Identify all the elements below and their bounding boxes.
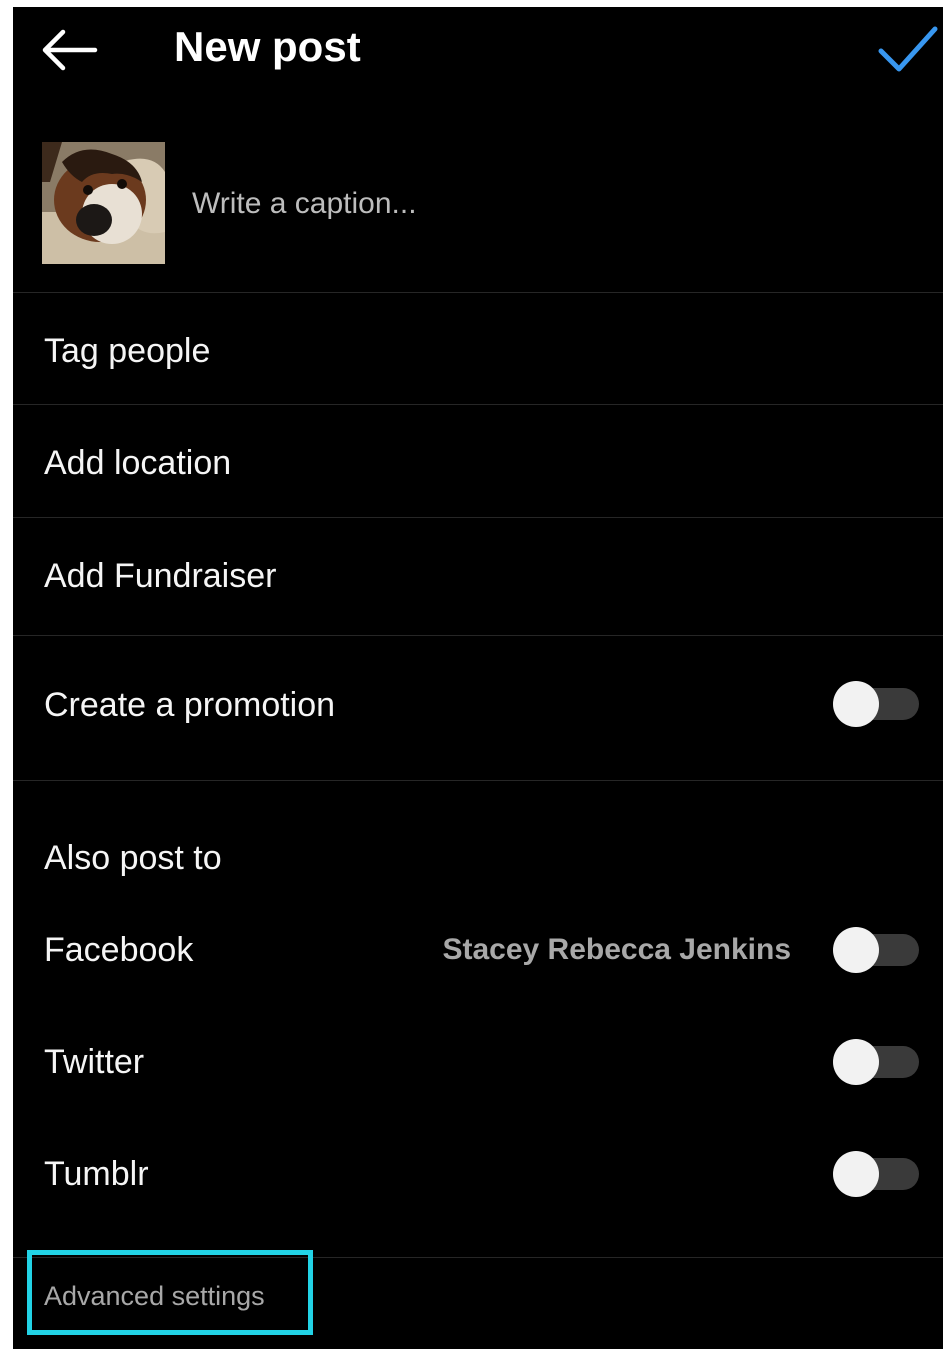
twitter-label: Twitter bbox=[44, 1043, 145, 1081]
create-promotion-label: Create a promotion bbox=[44, 686, 336, 724]
caption-input[interactable] bbox=[192, 182, 892, 226]
also-post-to-heading: Also post to bbox=[44, 839, 222, 877]
arrow-left-icon bbox=[42, 29, 98, 71]
tag-people-row[interactable]: Tag people bbox=[13, 293, 943, 404]
post-thumbnail[interactable] bbox=[42, 142, 165, 264]
facebook-toggle[interactable] bbox=[831, 927, 921, 973]
dog-photo bbox=[42, 142, 165, 264]
checkmark-icon bbox=[878, 26, 938, 72]
tag-people-label: Tag people bbox=[44, 332, 211, 370]
add-fundraiser-label: Add Fundraiser bbox=[44, 557, 277, 595]
back-button[interactable] bbox=[39, 25, 101, 75]
divider bbox=[13, 780, 943, 781]
promotion-toggle[interactable] bbox=[831, 681, 921, 727]
twitter-row: Twitter bbox=[13, 1027, 943, 1097]
share-button[interactable] bbox=[875, 23, 939, 73]
create-promotion-row: Create a promotion bbox=[13, 636, 943, 780]
top-bar: New post bbox=[13, 7, 943, 97]
advanced-settings-link[interactable]: Advanced settings bbox=[44, 1278, 265, 1314]
facebook-row: Facebook Stacey Rebecca Jenkins bbox=[13, 915, 943, 985]
page-title: New post bbox=[174, 23, 361, 70]
divider bbox=[13, 1257, 943, 1258]
tumblr-label: Tumblr bbox=[44, 1155, 149, 1193]
toggle-knob bbox=[833, 1151, 879, 1197]
tumblr-toggle[interactable] bbox=[831, 1151, 921, 1197]
facebook-label: Facebook bbox=[44, 931, 194, 969]
facebook-account-name[interactable]: Stacey Rebecca Jenkins bbox=[442, 930, 791, 970]
add-location-label: Add location bbox=[44, 444, 232, 482]
caption-section bbox=[13, 132, 943, 292]
toggle-knob bbox=[833, 927, 879, 973]
add-location-row[interactable]: Add location bbox=[13, 405, 943, 517]
toggle-knob bbox=[833, 681, 879, 727]
twitter-toggle[interactable] bbox=[831, 1039, 921, 1085]
tumblr-row: Tumblr bbox=[13, 1139, 943, 1209]
new-post-screen: New post Tag people bbox=[13, 7, 943, 1349]
toggle-knob bbox=[833, 1039, 879, 1085]
add-fundraiser-row[interactable]: Add Fundraiser bbox=[13, 518, 943, 635]
